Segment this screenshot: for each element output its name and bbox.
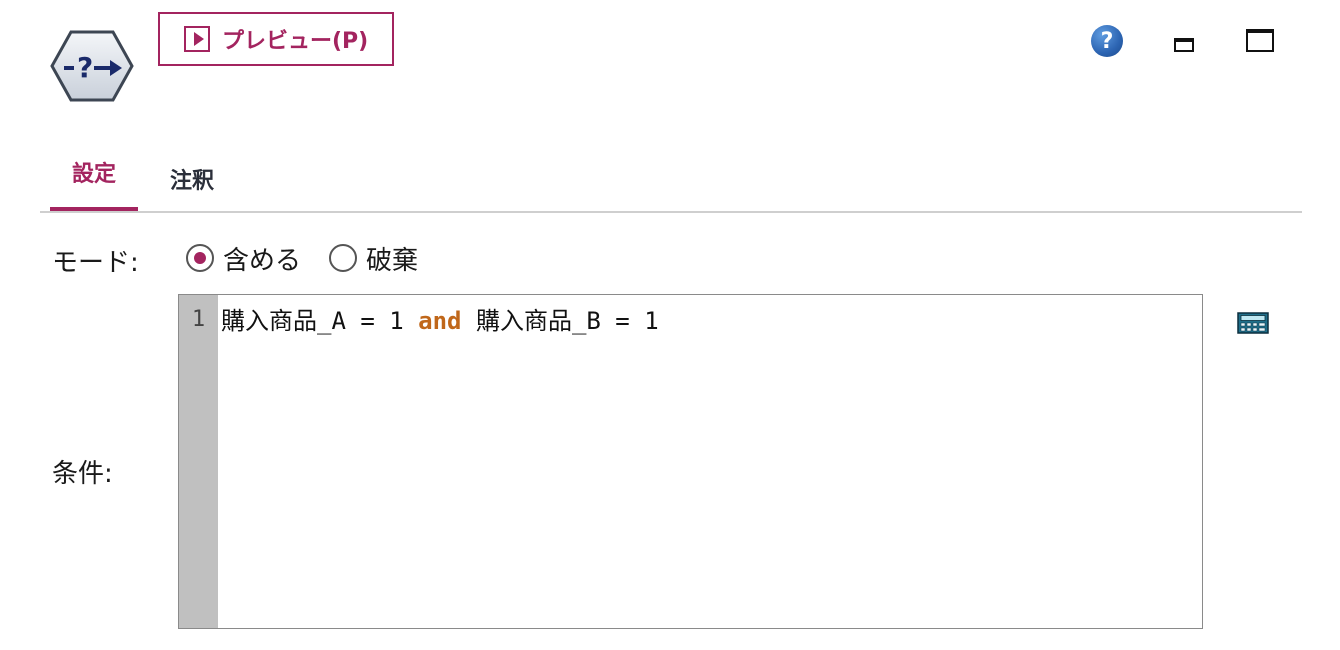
tab-settings[interactable]: 設定 <box>50 148 138 211</box>
mode-discard-radio[interactable] <box>329 244 357 272</box>
mode-label: モード: <box>52 248 139 278</box>
select-node-icon: ? <box>50 30 134 102</box>
mode-include-label[interactable]: 含める <box>223 240 301 277</box>
help-icon-glyph: ? <box>1100 28 1114 54</box>
tab-annotation[interactable]: 注釈 <box>148 148 236 209</box>
editor-gutter: 1 <box>179 295 218 628</box>
help-icon[interactable]: ? <box>1091 25 1123 57</box>
code-keyword-and: and <box>418 307 462 335</box>
mode-include-radio[interactable] <box>186 244 214 272</box>
condition-editor[interactable]: 1 購入商品_A = 1 and 購入商品_B = 1 <box>178 294 1203 629</box>
line-number: 1 <box>191 307 206 332</box>
tab-bar: 設定 注釈 <box>40 148 1302 213</box>
mode-discard-label[interactable]: 破棄 <box>366 240 418 277</box>
minimize-icon[interactable] <box>1174 38 1194 52</box>
code-token: 購入商品_B = 1 <box>461 307 659 335</box>
preview-button-label: プレビュー(P) <box>222 29 369 54</box>
play-icon <box>184 26 210 52</box>
calculator-icon[interactable] <box>1237 312 1269 334</box>
tab-annotation-label: 注釈 <box>169 168 214 194</box>
code-token: 購入商品_A = 1 <box>221 307 419 335</box>
maximize-icon[interactable] <box>1246 29 1274 52</box>
condition-label: 条件: <box>52 459 113 489</box>
svg-text:?: ? <box>77 51 93 84</box>
tab-settings-label: 設定 <box>71 161 116 187</box>
preview-button[interactable]: プレビュー(P) <box>158 12 394 66</box>
code-line[interactable]: 購入商品_A = 1 and 購入商品_B = 1 <box>221 301 659 336</box>
